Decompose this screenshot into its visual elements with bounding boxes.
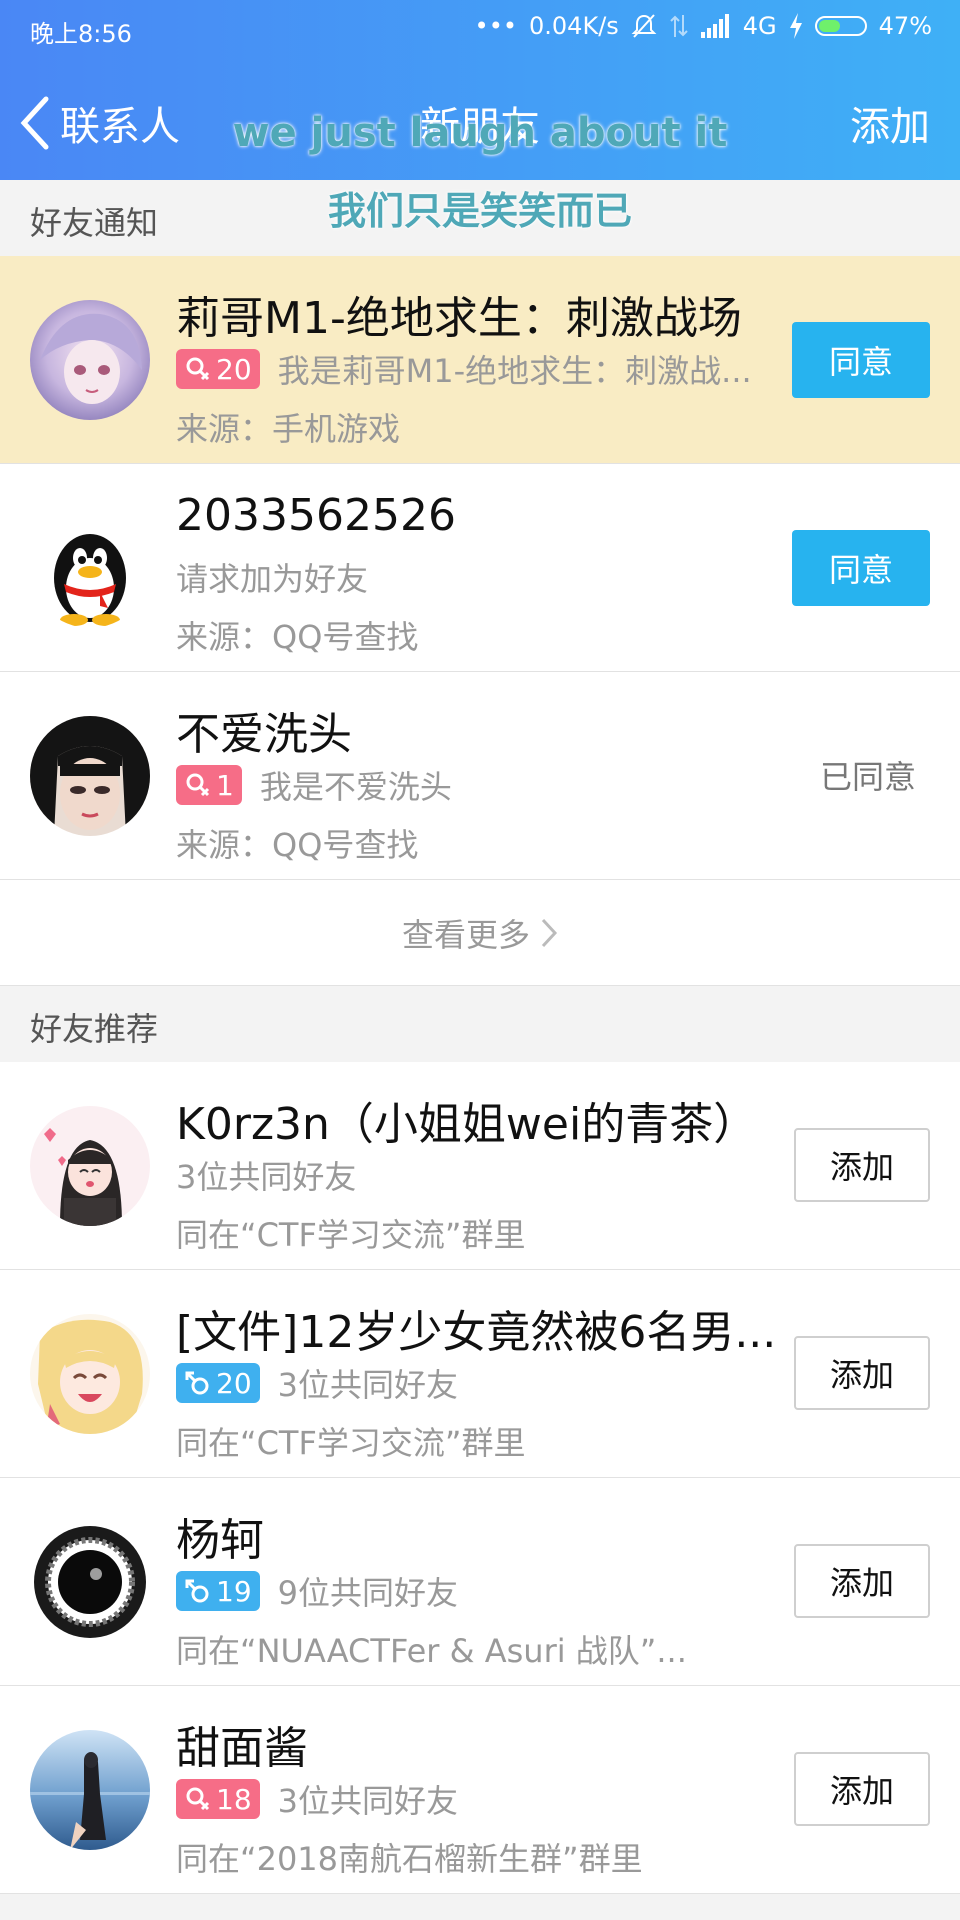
request-message: 我是莉哥M1-绝地求生：刺激战... xyxy=(277,352,752,390)
signal-icon xyxy=(700,14,729,38)
status-right: ••• 0.04K/s 4G 47% xyxy=(475,12,932,40)
mutual-friends: 9位共同好友 xyxy=(277,1574,459,1612)
mute-bell-icon xyxy=(631,14,657,38)
badge-age: 20 xyxy=(216,352,252,386)
recommendation-row[interactable]: K0rz3n（小姐姐wei的青茶） 3位共同好友 同在“CTF学习交流”群里 添… xyxy=(0,1062,960,1270)
add-button[interactable]: 添加 xyxy=(794,1336,930,1410)
agreed-status: 已同意 xyxy=(819,758,916,796)
network-type: 4G xyxy=(742,12,777,40)
request-source: 来源：QQ号查找 xyxy=(176,618,419,656)
badge-age: 19 xyxy=(216,1574,252,1608)
male-icon xyxy=(185,1371,209,1395)
female-icon xyxy=(186,357,210,381)
badge-age: 20 xyxy=(216,1366,252,1400)
contact-name: 2033562526 xyxy=(176,490,456,541)
request-source: 来源：QQ号查找 xyxy=(176,826,419,864)
section-title-notifications: 好友通知 xyxy=(30,204,159,242)
mutual-friends: 3位共同好友 xyxy=(176,1158,357,1196)
mutual-line: 3位共同好友 xyxy=(176,1152,356,1198)
status-bar: 晚上8:56 ••• 0.04K/s 4G 47% xyxy=(0,0,960,58)
more-dots-icon: ••• xyxy=(474,12,518,40)
gender-age-badge: 19 xyxy=(176,1571,260,1611)
group-info: 同在“2018南航石榴新生群”群里 xyxy=(176,1840,643,1878)
recommendation-row[interactable]: [文件]12岁少女竟然被6名男... 20 3位共同好友 同在“CTF学习交流”… xyxy=(0,1270,960,1478)
gender-age-badge: 1 xyxy=(176,765,242,805)
mutual-line: 20 3位共同好友 xyxy=(176,1360,458,1406)
contact-name: 不爱洗头 xyxy=(176,709,352,760)
contact-name: 甜面酱 xyxy=(176,1723,308,1774)
charging-bolt-icon xyxy=(789,13,802,39)
request-message: 请求加为好友 xyxy=(176,560,369,598)
status-time: 晚上8:56 xyxy=(30,20,132,48)
message-line: 1 我是不爱洗头 xyxy=(176,762,452,808)
view-more-button[interactable]: 查看更多 xyxy=(0,880,960,986)
agree-button[interactable]: 同意 xyxy=(792,530,930,606)
subtitle-english: we just laugh about it xyxy=(232,110,728,156)
contact-name: 莉哥M1-绝地求生：刺激战场 xyxy=(176,293,742,344)
section-title-recommendations: 好友推荐 xyxy=(30,1010,159,1048)
mutual-friends: 3位共同好友 xyxy=(277,1366,459,1404)
group-info: 同在“CTF学习交流”群里 xyxy=(176,1424,526,1462)
gender-age-badge: 20 xyxy=(176,1363,260,1403)
avatar[interactable] xyxy=(30,1730,150,1850)
avatar[interactable] xyxy=(30,1522,150,1642)
badge-age: 18 xyxy=(216,1782,252,1816)
notification-row[interactable]: 2033562526 请求加为好友 来源：QQ号查找 同意 xyxy=(0,464,960,672)
recommendation-row[interactable]: 杨轲 19 9位共同好友 同在“NUAACTFer & Asuri 战队”...… xyxy=(0,1478,960,1686)
avatar[interactable] xyxy=(30,1314,150,1434)
message-line: 20 我是莉哥M1-绝地求生：刺激战... xyxy=(176,346,752,392)
data-arrows-icon xyxy=(670,15,688,37)
mutual-line: 18 3位共同好友 xyxy=(176,1776,458,1822)
agree-button[interactable]: 同意 xyxy=(792,322,930,398)
chevron-right-icon xyxy=(541,918,558,947)
mutual-line: 19 9位共同好友 xyxy=(176,1568,458,1614)
battery-icon xyxy=(814,16,867,36)
contact-name: 杨轲 xyxy=(176,1515,264,1566)
add-button[interactable]: 添加 xyxy=(794,1128,930,1202)
contact-name: K0rz3n（小姐姐wei的青茶） xyxy=(176,1099,758,1150)
avatar[interactable] xyxy=(30,300,150,420)
badge-age: 1 xyxy=(216,768,234,802)
network-speed: 0.04K/s xyxy=(529,12,619,40)
request-message: 我是不爱洗头 xyxy=(259,768,452,806)
group-info: 同在“CTF学习交流”群里 xyxy=(176,1216,526,1254)
battery-fill xyxy=(818,20,840,32)
avatar[interactable] xyxy=(30,716,150,836)
battery-percent: 47% xyxy=(878,12,932,40)
notification-row[interactable]: 莉哥M1-绝地求生：刺激战场 20 我是莉哥M1-绝地求生：刺激战... 来源：… xyxy=(0,256,960,464)
female-icon xyxy=(186,1787,210,1811)
female-icon xyxy=(186,773,210,797)
add-button[interactable]: 添加 xyxy=(794,1544,930,1618)
qq-penguin-icon xyxy=(54,534,126,626)
add-button[interactable]: 添加 xyxy=(794,1752,930,1826)
mutual-friends: 3位共同好友 xyxy=(277,1782,459,1820)
request-source: 来源：手机游戏 xyxy=(176,410,401,448)
recommendation-row[interactable]: 甜面酱 18 3位共同好友 同在“2018南航石榴新生群”群里 添加 xyxy=(0,1686,960,1894)
view-more-label: 查看更多 xyxy=(401,915,530,954)
avatar[interactable] xyxy=(30,1106,150,1226)
gender-age-badge: 18 xyxy=(176,1779,260,1819)
message-line: 请求加为好友 xyxy=(176,554,368,600)
notification-row[interactable]: 不爱洗头 1 我是不爱洗头 来源：QQ号查找 已同意 xyxy=(0,672,960,880)
avatar[interactable] xyxy=(30,508,150,628)
contact-name: [文件]12岁少女竟然被6名男... xyxy=(176,1307,777,1358)
male-icon xyxy=(185,1579,209,1603)
group-info: 同在“NUAACTFer & Asuri 战队”... xyxy=(176,1632,687,1670)
gender-age-badge: 20 xyxy=(176,349,260,389)
